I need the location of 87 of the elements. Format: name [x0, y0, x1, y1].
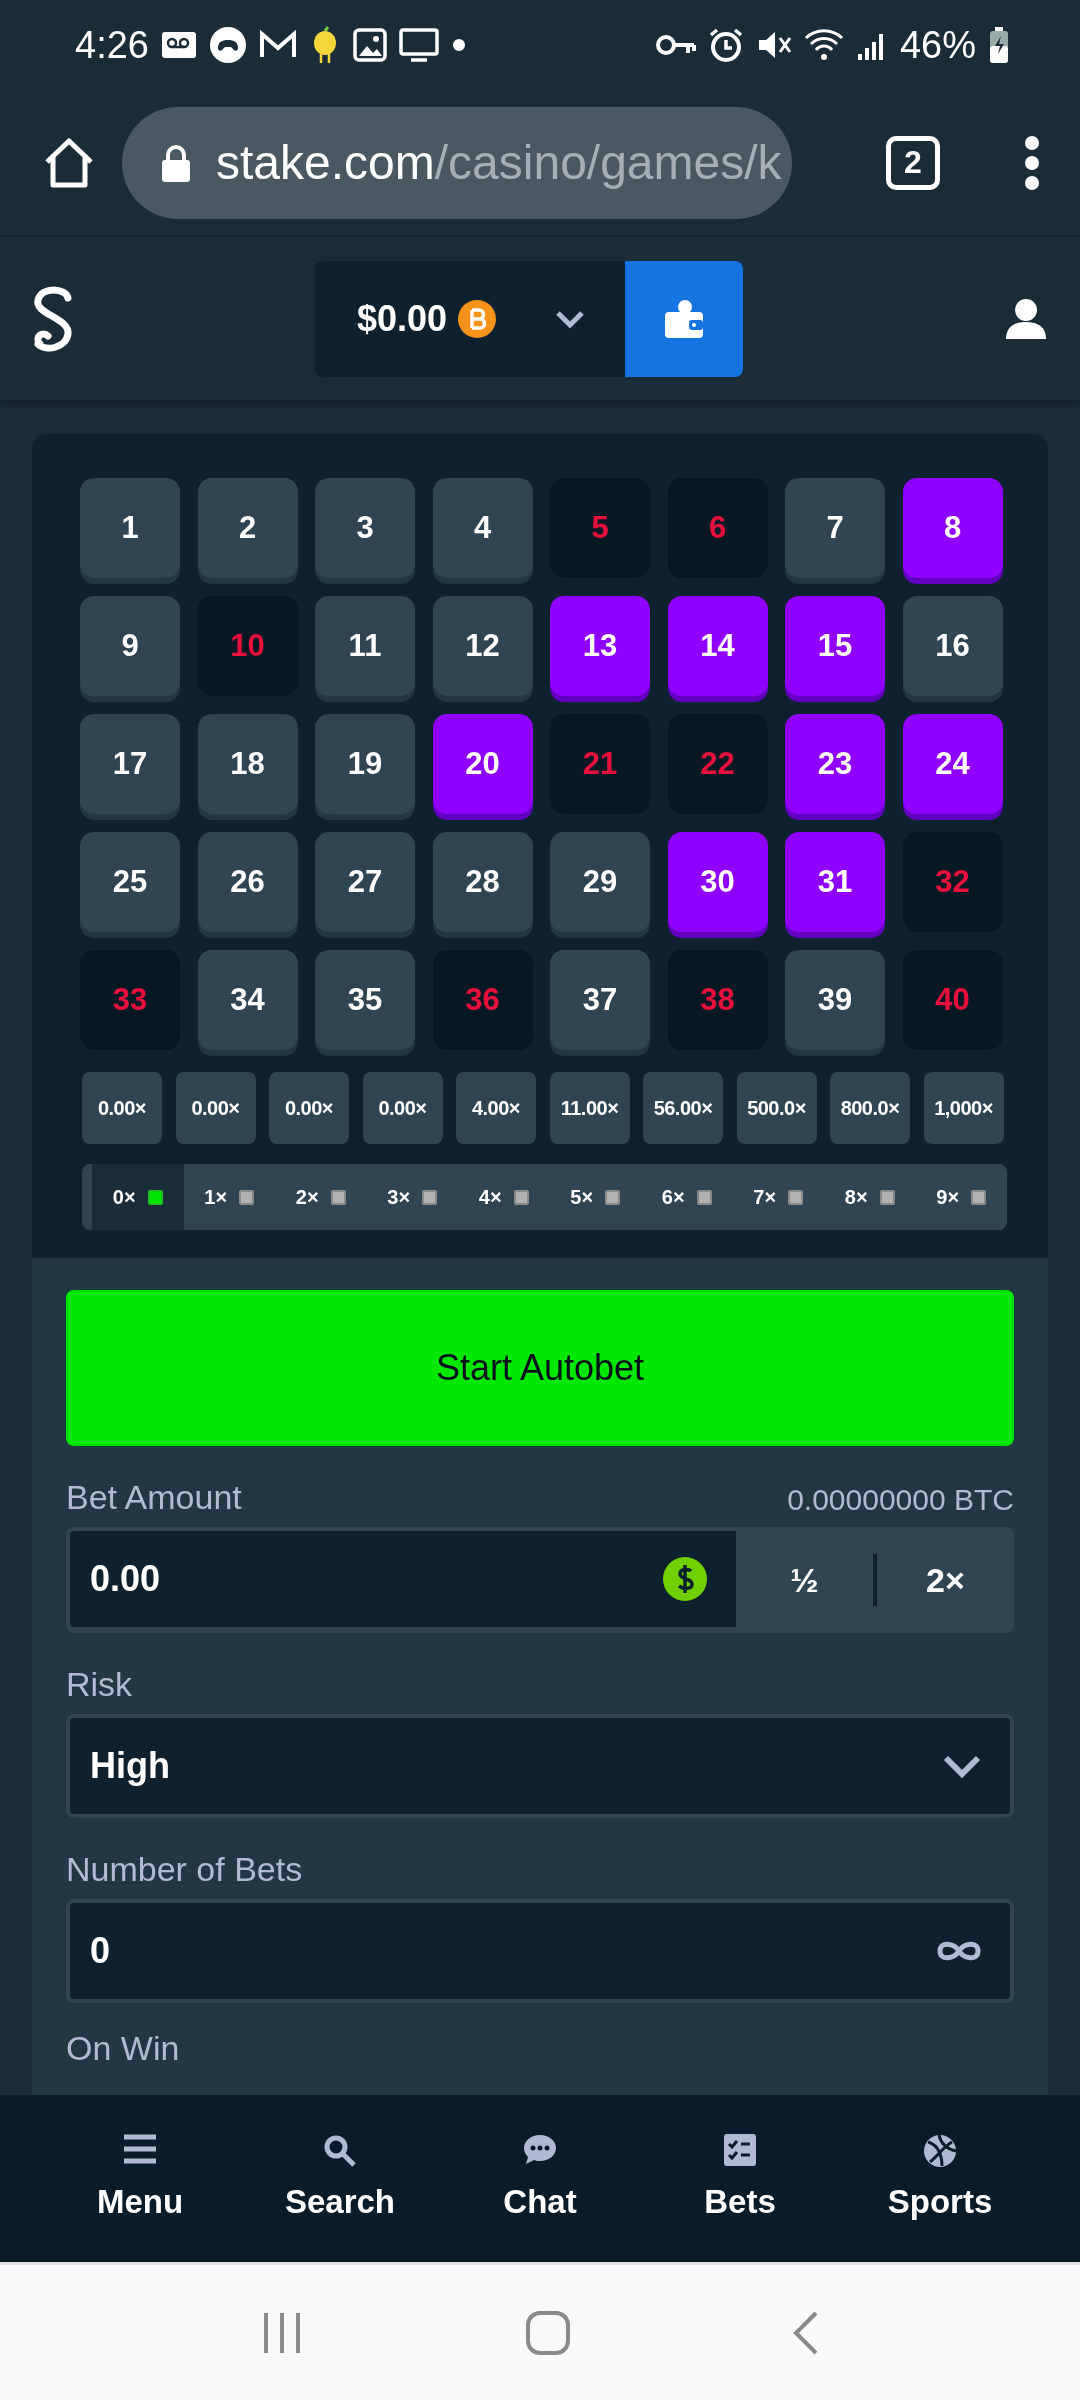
mail-icon	[258, 30, 297, 60]
double-button[interactable]: 2×	[877, 1527, 1014, 1633]
tab-count-button[interactable]: 2	[886, 135, 940, 190]
chevron-down-icon	[555, 308, 585, 329]
balance-selector[interactable]: $0.00	[315, 260, 625, 377]
hit-indicator-icon	[605, 1189, 621, 1205]
search-icon	[322, 2133, 358, 2169]
balance-amount: $0.00	[357, 297, 448, 340]
nav-menu-button[interactable]: Menu	[45, 2095, 235, 2222]
back-icon[interactable]	[791, 2309, 820, 2356]
hit-count-label: 9×	[936, 1185, 960, 1209]
hit-count-label: 0×	[112, 1185, 136, 1209]
key-icon	[655, 33, 696, 57]
hit-indicator-icon	[422, 1189, 438, 1205]
hit-count-label: 8×	[844, 1185, 868, 1209]
wallet-icon	[663, 297, 705, 340]
hit-indicator-icon	[330, 1189, 346, 1205]
battery-icon	[988, 26, 1010, 64]
hit-count-label: 6×	[661, 1185, 685, 1209]
payout-multiplier: 0.00×	[269, 1072, 349, 1144]
hit-indicator-icon	[971, 1189, 987, 1205]
hit-count-label: 5×	[570, 1185, 594, 1209]
payout-multiplier: 56.00×	[643, 1072, 723, 1144]
payout-multiplier: 500.0×	[736, 1072, 817, 1144]
btc-amount: 0.00000000 BTC	[787, 1483, 1014, 1517]
number-of-bets-value: 0	[90, 1930, 111, 1972]
number-of-bets-label: Number of Bets	[66, 1850, 303, 1889]
hit-indicator-icon	[239, 1189, 255, 1205]
image-icon	[352, 28, 387, 62]
payout-multiplier: 1,000×	[923, 1072, 1004, 1144]
half-button[interactable]: ½	[736, 1527, 873, 1633]
hit-count-item[interactable]: 3×	[366, 1164, 458, 1230]
hit-indicator-icon	[879, 1189, 895, 1205]
bet-amount-label: Bet Amount	[66, 1478, 242, 1517]
number-of-bets-field[interactable]: 0	[66, 1899, 1014, 2003]
hit-indicator-icon	[513, 1189, 529, 1205]
hit-count-item[interactable]: 8×	[824, 1164, 916, 1230]
hit-count-item[interactable]: 1×	[183, 1164, 275, 1230]
hit-count-label: 2×	[295, 1185, 319, 1209]
more-icon[interactable]	[1024, 134, 1040, 191]
payout-multiplier: 800.0×	[830, 1072, 910, 1144]
address-bar[interactable]: stake.com/casino/games/k	[122, 106, 792, 219]
wallet-button[interactable]	[625, 260, 743, 377]
nav-bets-button[interactable]: Bets	[645, 2095, 835, 2222]
dollar-icon	[662, 1556, 708, 1602]
clock: 4:26	[75, 23, 149, 67]
hit-count-label: 7×	[753, 1185, 777, 1209]
payout-multiplier: 0.00×	[82, 1072, 162, 1144]
checklist-icon	[722, 2133, 758, 2169]
payout-multiplier: 0.00×	[362, 1072, 443, 1144]
ball-icon	[922, 2133, 958, 2169]
coin-icon	[457, 298, 498, 339]
monitor-icon	[398, 28, 439, 62]
hit-count-item[interactable]: 9×	[915, 1164, 1007, 1230]
voicemail-icon	[160, 30, 197, 60]
payout-multiplier: 0.00×	[175, 1072, 256, 1144]
hit-count-item[interactable]: 5×	[549, 1164, 641, 1230]
hit-indicator-icon	[788, 1189, 804, 1205]
hit-count-item[interactable]: 4×	[458, 1164, 550, 1230]
chevron-down-icon	[942, 1753, 982, 1779]
risk-label: Risk	[66, 1665, 133, 1704]
risk-value: High	[90, 1745, 170, 1787]
wifi-icon	[803, 28, 844, 62]
hit-indicator-icon	[147, 1189, 163, 1205]
dot-icon	[450, 37, 467, 53]
risk-select[interactable]: High	[66, 1714, 1014, 1818]
lock-icon	[160, 142, 192, 183]
battery-level: 46%	[899, 23, 976, 67]
hit-count-label: 4×	[478, 1185, 502, 1209]
hit-indicator-icon	[696, 1189, 712, 1205]
nav-chat-button[interactable]: Chat	[445, 2095, 635, 2222]
bet-amount-value: 0.00	[90, 1558, 161, 1600]
payout-multiplier: 4.00×	[456, 1072, 536, 1144]
user-icon[interactable]	[1004, 296, 1048, 341]
start-autobet-button[interactable]: Start Autobet	[66, 1290, 1014, 1446]
hit-count-item[interactable]: 7×	[732, 1164, 824, 1230]
alarm-icon	[707, 27, 744, 63]
on-win-label: On Win	[66, 2029, 181, 2068]
hit-count-item[interactable]: 2×	[275, 1164, 367, 1230]
nav-search-button[interactable]: Search	[245, 2095, 435, 2222]
url-text: stake.com/casino/games/k	[216, 135, 782, 190]
hit-count-label: 1×	[204, 1185, 228, 1209]
nav-sports-button[interactable]: Sports	[845, 2095, 1035, 2222]
hit-count-item[interactable]: 0×	[92, 1164, 184, 1230]
hit-count-label: 3×	[387, 1185, 411, 1209]
payout-multiplier: 11.00×	[549, 1072, 630, 1144]
hit-count-item[interactable]: 6×	[641, 1164, 733, 1230]
